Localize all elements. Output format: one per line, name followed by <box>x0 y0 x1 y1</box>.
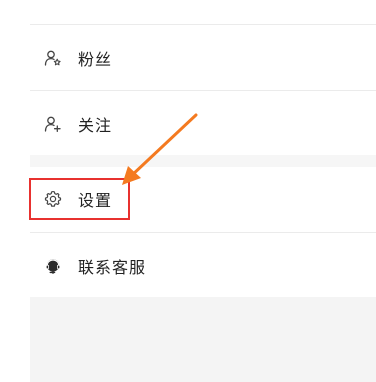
menu-page: 粉丝 关注 设置 联系客服 <box>0 0 376 382</box>
menu-item-label: 联系客服 <box>78 258 147 277</box>
divider <box>30 232 376 233</box>
menu-item-customer-service[interactable]: 联系客服 <box>30 236 376 296</box>
fans-icon <box>44 50 61 66</box>
settings-highlight-box <box>29 178 130 220</box>
bottom-area <box>30 297 376 382</box>
follow-icon <box>44 116 61 133</box>
divider <box>30 24 376 25</box>
menu-item-label: 关注 <box>78 116 113 135</box>
divider <box>30 90 376 91</box>
menu-item-follow[interactable]: 关注 <box>30 94 376 154</box>
menu-item-label: 粉丝 <box>78 50 113 69</box>
customer-service-icon <box>45 259 61 274</box>
menu-item-fans[interactable]: 粉丝 <box>30 28 376 88</box>
section-separator <box>30 155 376 167</box>
